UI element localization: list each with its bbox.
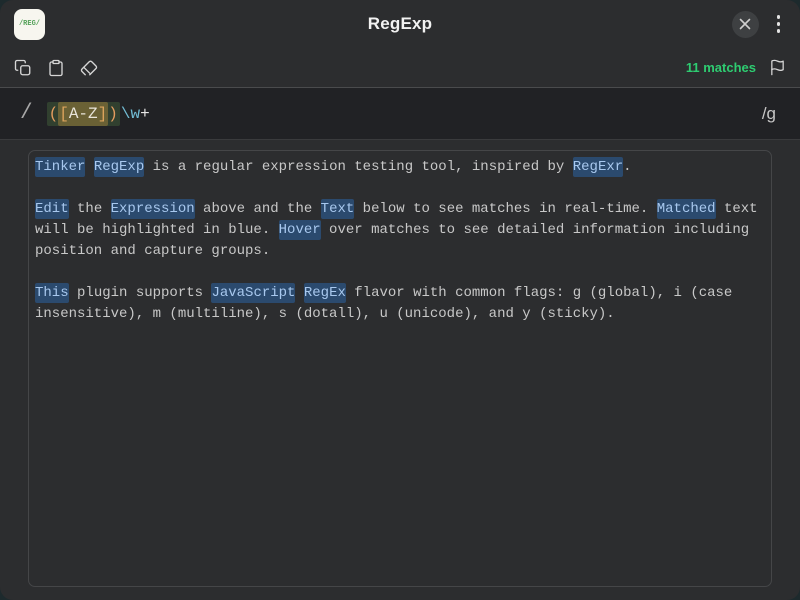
match-highlight: Edit	[35, 199, 69, 219]
header: /REG/ RegExp	[0, 0, 800, 48]
regex-group-close: )	[108, 105, 118, 123]
regex-group-open: (	[49, 105, 59, 123]
text-segment: plugin supports	[69, 285, 212, 301]
sample-text[interactable]: Tinker RegExp is a regular expression te…	[28, 150, 772, 587]
regex-quantifier: +	[140, 105, 150, 123]
close-icon	[739, 18, 751, 30]
regex-group: ([A-Z])	[47, 102, 120, 126]
app-logo-text: /REG/	[19, 20, 40, 28]
text-segment: .	[623, 159, 631, 175]
header-actions	[732, 11, 787, 38]
regex-class-close: ]	[98, 105, 108, 123]
clipboard-icon	[47, 59, 65, 77]
text-segment: the	[69, 201, 111, 217]
text-segment: below to see matches in real-time.	[354, 201, 656, 217]
kebab-dot	[777, 15, 781, 19]
copy-button[interactable]	[14, 59, 32, 77]
clear-button[interactable]	[80, 59, 98, 77]
regex-char-class: [A-Z]	[58, 102, 108, 126]
flag-icon	[769, 59, 786, 76]
match-highlight: This	[35, 283, 69, 303]
regexp-plugin-window: /REG/ RegExp	[0, 0, 800, 600]
regex-flags: /g	[762, 104, 776, 124]
eraser-icon	[80, 59, 98, 77]
toolbar-right: 11 matches	[686, 59, 786, 76]
text-segment: is a regular expression testing tool, in…	[144, 159, 572, 175]
match-highlight: Hover	[279, 220, 321, 240]
toolbar: 11 matches	[0, 48, 800, 88]
paragraph: This plugin supports JavaScript RegEx fl…	[35, 283, 765, 325]
text-segment: above and the	[195, 201, 321, 217]
match-highlight: RegExp	[94, 157, 144, 177]
match-highlight: Expression	[111, 199, 195, 219]
regex-tokens: ([A-Z])\w+	[47, 102, 150, 126]
match-highlight: Matched	[657, 199, 716, 219]
match-highlight: Tinker	[35, 157, 85, 177]
match-count-badge: 11 matches	[686, 60, 756, 75]
app-logo: /REG/	[14, 9, 45, 40]
menu-button[interactable]	[771, 11, 787, 37]
flags-button[interactable]	[769, 59, 786, 76]
paragraph: Edit the Expression above and the Text b…	[35, 199, 765, 262]
regex-class-open: [	[59, 105, 69, 123]
window-title: RegExp	[368, 14, 433, 34]
text-segment	[85, 159, 93, 175]
close-button[interactable]	[732, 11, 759, 38]
match-highlight: Text	[321, 199, 355, 219]
kebab-dot	[777, 29, 781, 33]
copy-icon	[14, 59, 32, 77]
regex-class-content: A-Z	[69, 105, 98, 123]
kebab-dot	[777, 22, 781, 26]
regex-escape-token: \w	[121, 105, 140, 123]
expression-input[interactable]: / ([A-Z])\w+ /g	[0, 88, 800, 140]
text-segment	[295, 285, 303, 301]
match-highlight: RegEx	[304, 283, 346, 303]
paste-button[interactable]	[47, 59, 65, 77]
match-highlight: RegExr	[573, 157, 623, 177]
paragraph: Tinker RegExp is a regular expression te…	[35, 157, 765, 178]
match-highlight: JavaScript	[211, 283, 295, 303]
regex-open-delimiter: /	[20, 102, 33, 125]
